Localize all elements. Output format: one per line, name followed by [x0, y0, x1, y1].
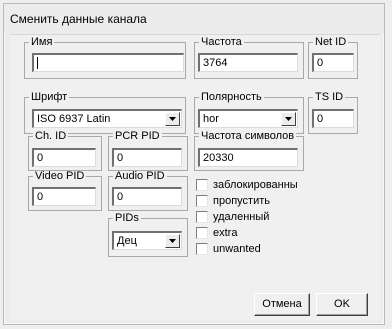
dialog-window: Сменить данные канала Имя Частота 3764 N…: [3, 3, 385, 325]
font-label: Шрифт: [29, 91, 70, 103]
checkbox-box[interactable]: [196, 195, 208, 207]
pcr-pid-field[interactable]: 0: [112, 148, 182, 167]
checkbox-box[interactable]: [196, 243, 208, 255]
ts-id-field[interactable]: 0: [312, 109, 354, 128]
font-select[interactable]: ISO 6937 Latin: [32, 109, 182, 128]
polarity-value: hor: [203, 113, 219, 125]
deleted-label: удаленный: [213, 211, 270, 223]
unwanted-checkbox[interactable]: unwanted: [196, 242, 316, 256]
audio-pid-field[interactable]: 0: [112, 187, 182, 206]
extra-label: extra: [213, 227, 238, 239]
net-id-label: Net ID: [313, 36, 349, 48]
ch-id-field[interactable]: 0: [32, 148, 96, 167]
cancel-button[interactable]: Отмена: [254, 293, 310, 316]
blocked-checkbox[interactable]: заблокированны: [196, 178, 316, 192]
pids-value: Дец: [117, 235, 137, 247]
polarity-label: Полярность: [199, 91, 264, 103]
name-field[interactable]: [32, 53, 184, 72]
chevron-down-icon[interactable]: [165, 234, 180, 248]
symbol-rate-label: Частота символов: [199, 130, 297, 142]
text-caret: [37, 57, 38, 69]
net-id-field[interactable]: 0: [312, 53, 354, 72]
frequency-field[interactable]: 3764: [198, 53, 298, 72]
deleted-checkbox[interactable]: удаленный: [196, 210, 316, 224]
checkbox-box[interactable]: [196, 179, 208, 191]
chevron-down-icon[interactable]: [281, 112, 296, 126]
pcr-pid-label: PCR PID: [113, 130, 162, 142]
ts-id-label: TS ID: [313, 91, 346, 103]
extra-checkbox[interactable]: extra: [196, 226, 316, 240]
unwanted-label: unwanted: [213, 243, 261, 255]
name-label: Имя: [29, 36, 55, 48]
audio-pid-label: Audio PID: [113, 170, 167, 182]
font-value: ISO 6937 Latin: [37, 113, 111, 125]
window-title: Сменить данные канала: [4, 4, 384, 34]
pids-select[interactable]: Дец: [112, 231, 182, 250]
chevron-down-icon[interactable]: [165, 112, 180, 126]
pids-label: PIDs: [113, 212, 141, 224]
video-pid-field[interactable]: 0: [32, 187, 96, 206]
skip-label: пропустить: [213, 195, 270, 207]
dialog-body: Имя Частота 3764 Net ID 0 Шрифт ISO 6937…: [10, 34, 380, 320]
skip-checkbox[interactable]: пропустить: [196, 194, 316, 208]
blocked-label: заблокированны: [213, 179, 298, 191]
polarity-select[interactable]: hor: [198, 109, 298, 128]
frequency-label: Частота: [199, 36, 244, 48]
video-pid-label: Video PID: [33, 170, 87, 182]
checkbox-box[interactable]: [196, 227, 208, 239]
ok-button[interactable]: OK: [316, 293, 368, 316]
checkbox-box[interactable]: [196, 211, 208, 223]
symbol-rate-field[interactable]: 20330: [198, 148, 298, 167]
ch-id-label: Ch. ID: [33, 130, 69, 142]
